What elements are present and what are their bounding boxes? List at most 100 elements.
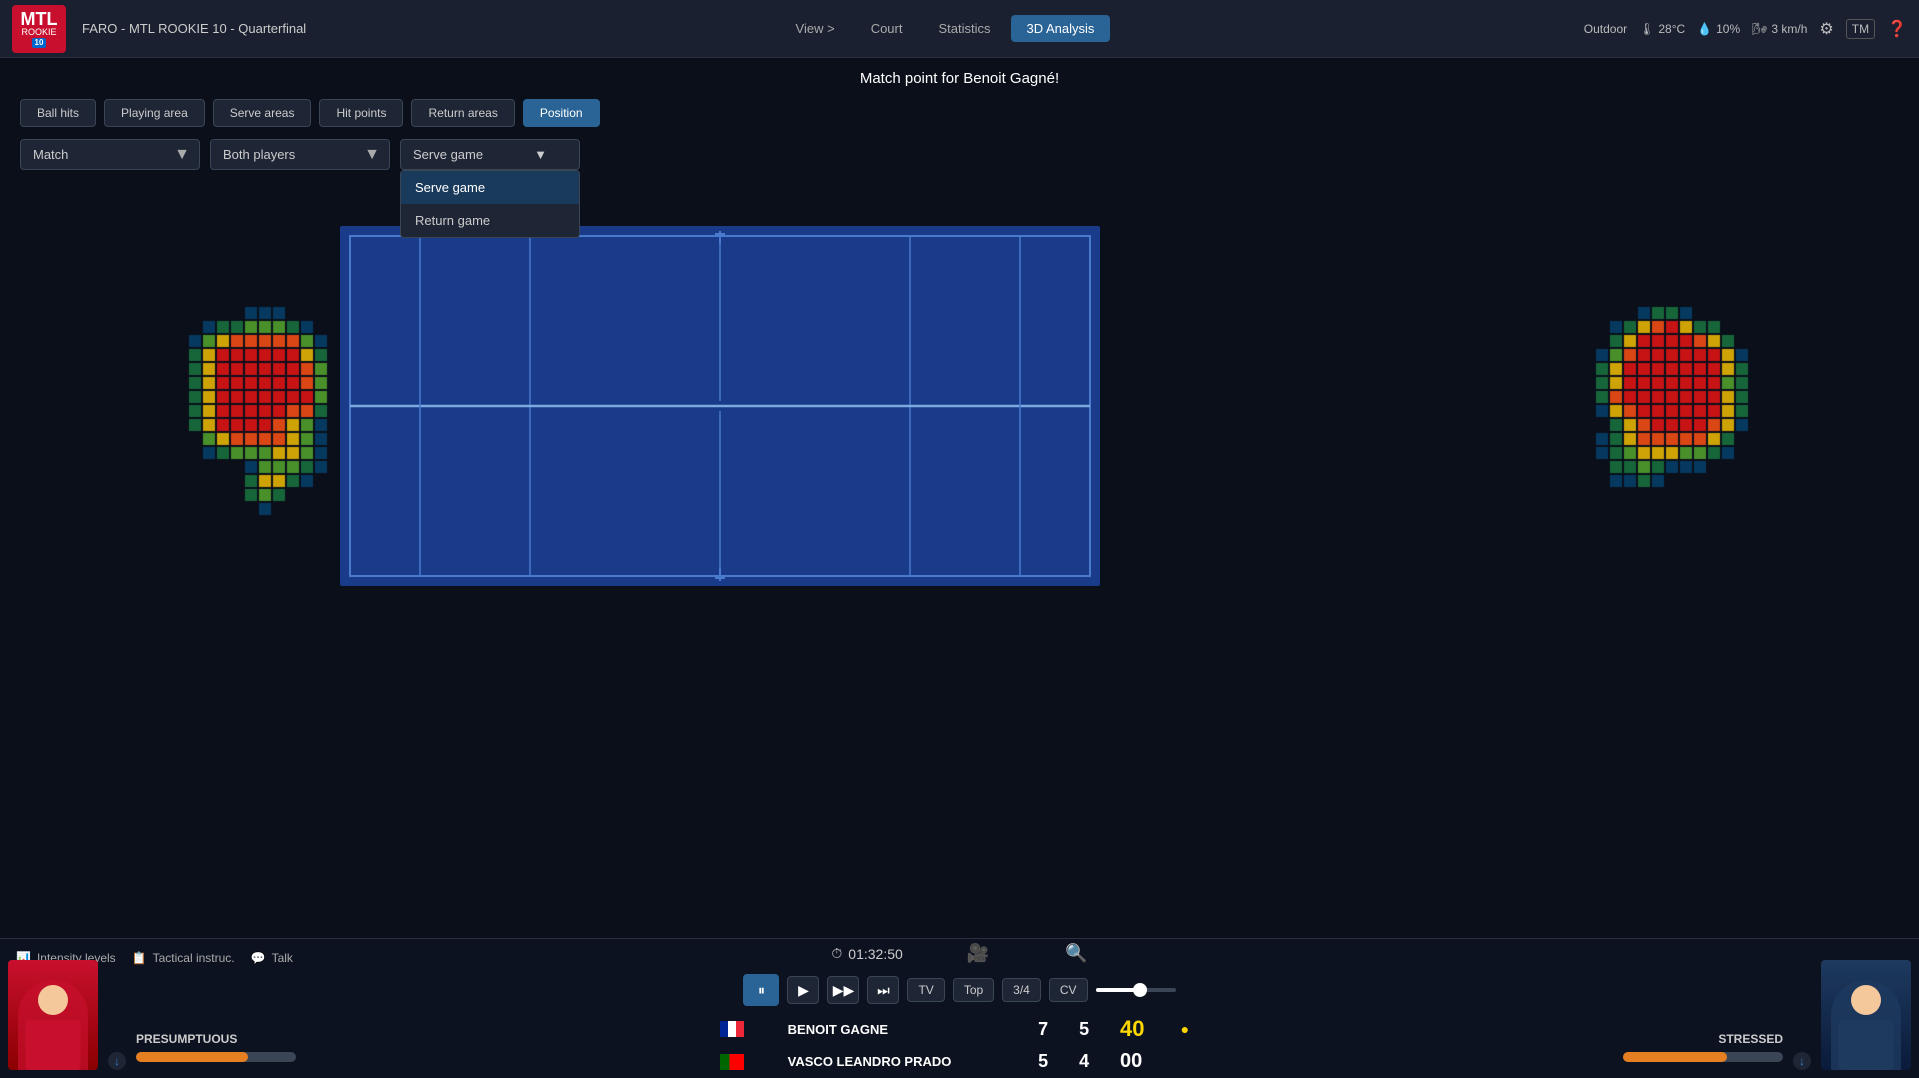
player2-trend-icon: ↓	[1793, 1052, 1811, 1070]
player1-mood-bar	[136, 1052, 296, 1062]
help-icon[interactable]: ❓	[1887, 19, 1907, 39]
court-wrapper	[0, 206, 1919, 586]
dropdown-players[interactable]: Both players Benoit Gagné Vasco Leandro …	[210, 139, 390, 170]
menu-item-return-game[interactable]: Return game	[401, 204, 579, 237]
player1-info: PRESUMPTUOUS	[136, 1032, 296, 1070]
tv-button[interactable]: TV	[907, 978, 944, 1002]
dropdown-match[interactable]: Match Set 1 Set 2	[20, 139, 200, 170]
filter-hit-points[interactable]: Hit points	[319, 99, 403, 127]
france-flag	[720, 1021, 744, 1037]
filter-return-areas[interactable]: Return areas	[411, 99, 514, 127]
player1-serving-cell: ●	[1171, 1012, 1210, 1046]
nav-court[interactable]: Court	[855, 15, 919, 42]
filter-serve-areas[interactable]: Serve areas	[213, 99, 312, 127]
player2-set2-cell: 4	[1069, 1046, 1110, 1077]
wind-value: 3 km/h	[1771, 22, 1807, 36]
logo-number: 10	[32, 38, 47, 48]
cv-button[interactable]: CV	[1049, 978, 1088, 1002]
weather-wind: 🌬 3 km/h	[1752, 22, 1807, 36]
player2-set1-cell: 5	[1028, 1046, 1069, 1077]
player1-set1-cell: 7	[1028, 1012, 1069, 1046]
three-quarter-button[interactable]: 3/4	[1002, 978, 1041, 1002]
player1-game-score: 40	[1120, 1016, 1144, 1041]
logo: MTL ROOKIE 10	[12, 5, 66, 53]
player2-mood: STRESSED	[1718, 1032, 1783, 1046]
match-point-banner: Match point for Benoit Gagné!	[20, 70, 1899, 87]
player2-game-score: 00	[1120, 1050, 1142, 1072]
dropdown-row: Match Set 1 Set 2 ▼ Both players Benoit …	[20, 139, 1899, 170]
transport-controls: ⏸ ▶ ▶▶ ⏭ TV Top 3/4 CV	[743, 970, 1175, 1012]
settings-icon[interactable]: ⚙	[1819, 19, 1833, 39]
menu-item-serve-game[interactable]: Serve game	[401, 171, 579, 204]
score-table: BENOIT GAGNE 7 5 40 ●	[710, 1012, 1210, 1077]
weather-info: Outdoor 🌡 28°C 💧 10% 🌬 3 km/h ⚙ TM ❓	[1584, 19, 1907, 39]
search-icon[interactable]: 🔍	[1065, 943, 1087, 964]
tm-logo: TM	[1846, 19, 1875, 39]
player2-game-cell: 00	[1110, 1046, 1171, 1077]
play-button[interactable]: ▶	[787, 976, 819, 1004]
wind-icon: 🌬	[1752, 22, 1767, 36]
humidity-icon: 💧	[1697, 22, 1712, 36]
player1-trend-icon: ↓	[108, 1052, 126, 1070]
center-controls: ⏱ 01:32:50 🎥 🔍 ⏸ ▶ ▶▶ ⏭ TV Top 3/4 CV	[710, 939, 1210, 1077]
dropdown-game-type-arrow: ▼	[534, 147, 547, 162]
player1-name-cell: BENOIT GAGNE	[778, 1012, 1029, 1046]
filter-row: Ball hits Playing area Serve areas Hit p…	[20, 99, 1899, 127]
player1-row: BENOIT GAGNE 7 5 40 ●	[710, 1012, 1210, 1046]
timer-icon: ⏱	[831, 945, 842, 962]
playback-controls: ⏱ 01:32:50 🎥 🔍	[831, 939, 1087, 970]
tennis-court	[340, 226, 1100, 586]
top-button[interactable]: Top	[953, 978, 994, 1002]
player2-flag-cell	[710, 1046, 778, 1077]
filter-ball-hits[interactable]: Ball hits	[20, 99, 96, 127]
match-title: FARO - MTL ROOKIE 10 - Quarterfinal	[82, 21, 306, 36]
camera-icon: 🎥	[967, 943, 989, 964]
player2-row: VASCO LEANDRO PRADO 5 4 00	[710, 1046, 1210, 1077]
player2-name: VASCO LEANDRO PRADO	[788, 1054, 952, 1069]
dropdown-game-type-wrapper: Serve game ▼ Serve game Return game	[400, 139, 580, 170]
portugal-flag	[720, 1054, 744, 1070]
skip-button[interactable]: ⏭	[867, 976, 899, 1004]
temp-value: 28°C	[1658, 22, 1685, 36]
main-content: Match point for Benoit Gagné! Ball hits …	[0, 58, 1919, 198]
nav-tabs: View > Court Statistics 3D Analysis	[780, 15, 1111, 42]
logo-text: MTL	[21, 10, 58, 28]
humidity-value: 10%	[1716, 22, 1740, 36]
pause-button[interactable]: ⏸	[743, 974, 779, 1006]
nav-3d-analysis[interactable]: 3D Analysis	[1011, 15, 1111, 42]
serving-indicator: ●	[1181, 1021, 1189, 1037]
weather-humidity: 💧 10%	[1697, 22, 1740, 36]
player1-set2: 5	[1079, 1019, 1089, 1039]
heatmap-right	[1399, 236, 1759, 556]
speed-slider[interactable]	[1096, 988, 1176, 992]
dropdown-game-type-value: Serve game	[413, 147, 483, 162]
scoreboard: BENOIT GAGNE 7 5 40 ●	[710, 1012, 1210, 1077]
timer-value: 01:32:50	[848, 946, 903, 962]
weather-temp: 🌡 28°C	[1639, 22, 1685, 36]
thermometer-icon: 🌡	[1639, 22, 1654, 36]
filter-playing-area[interactable]: Playing area	[104, 99, 205, 127]
weather-outdoor: Outdoor	[1584, 22, 1627, 36]
outdoor-label: Outdoor	[1584, 22, 1627, 36]
player1-mood: PRESUMPTUOUS	[136, 1032, 296, 1046]
dropdown-game-type[interactable]: Serve game ▼	[400, 139, 580, 170]
player2-info: STRESSED	[1623, 1032, 1783, 1070]
player1-avatar	[8, 960, 98, 1070]
player1-set1: 7	[1038, 1019, 1048, 1039]
logo-sub: ROOKIE	[21, 28, 56, 37]
player1-name: BENOIT GAGNE	[788, 1022, 888, 1037]
player1-game-cell: 40	[1110, 1012, 1171, 1046]
player2-mood-bar	[1623, 1052, 1783, 1062]
nav-view[interactable]: View >	[780, 15, 851, 42]
nav-statistics[interactable]: Statistics	[922, 15, 1006, 42]
player-panel-right: STRESSED ↓	[1479, 938, 1919, 1078]
player1-set2-cell: 5	[1069, 1012, 1110, 1046]
player2-name-cell: VASCO LEANDRO PRADO	[778, 1046, 1029, 1077]
fast-forward-button[interactable]: ▶▶	[827, 976, 859, 1004]
filter-position[interactable]: Position	[523, 99, 600, 127]
player2-avatar	[1821, 960, 1911, 1070]
topbar: MTL ROOKIE 10 FARO - MTL ROOKIE 10 - Qua…	[0, 0, 1919, 58]
dropdown-players-wrapper: Both players Benoit Gagné Vasco Leandro …	[210, 139, 390, 170]
dropdown-game-type-menu: Serve game Return game	[400, 170, 580, 238]
bottom-bar: 📊 Intensity levels 📋 Tactical instruc. 💬…	[0, 938, 1919, 1078]
